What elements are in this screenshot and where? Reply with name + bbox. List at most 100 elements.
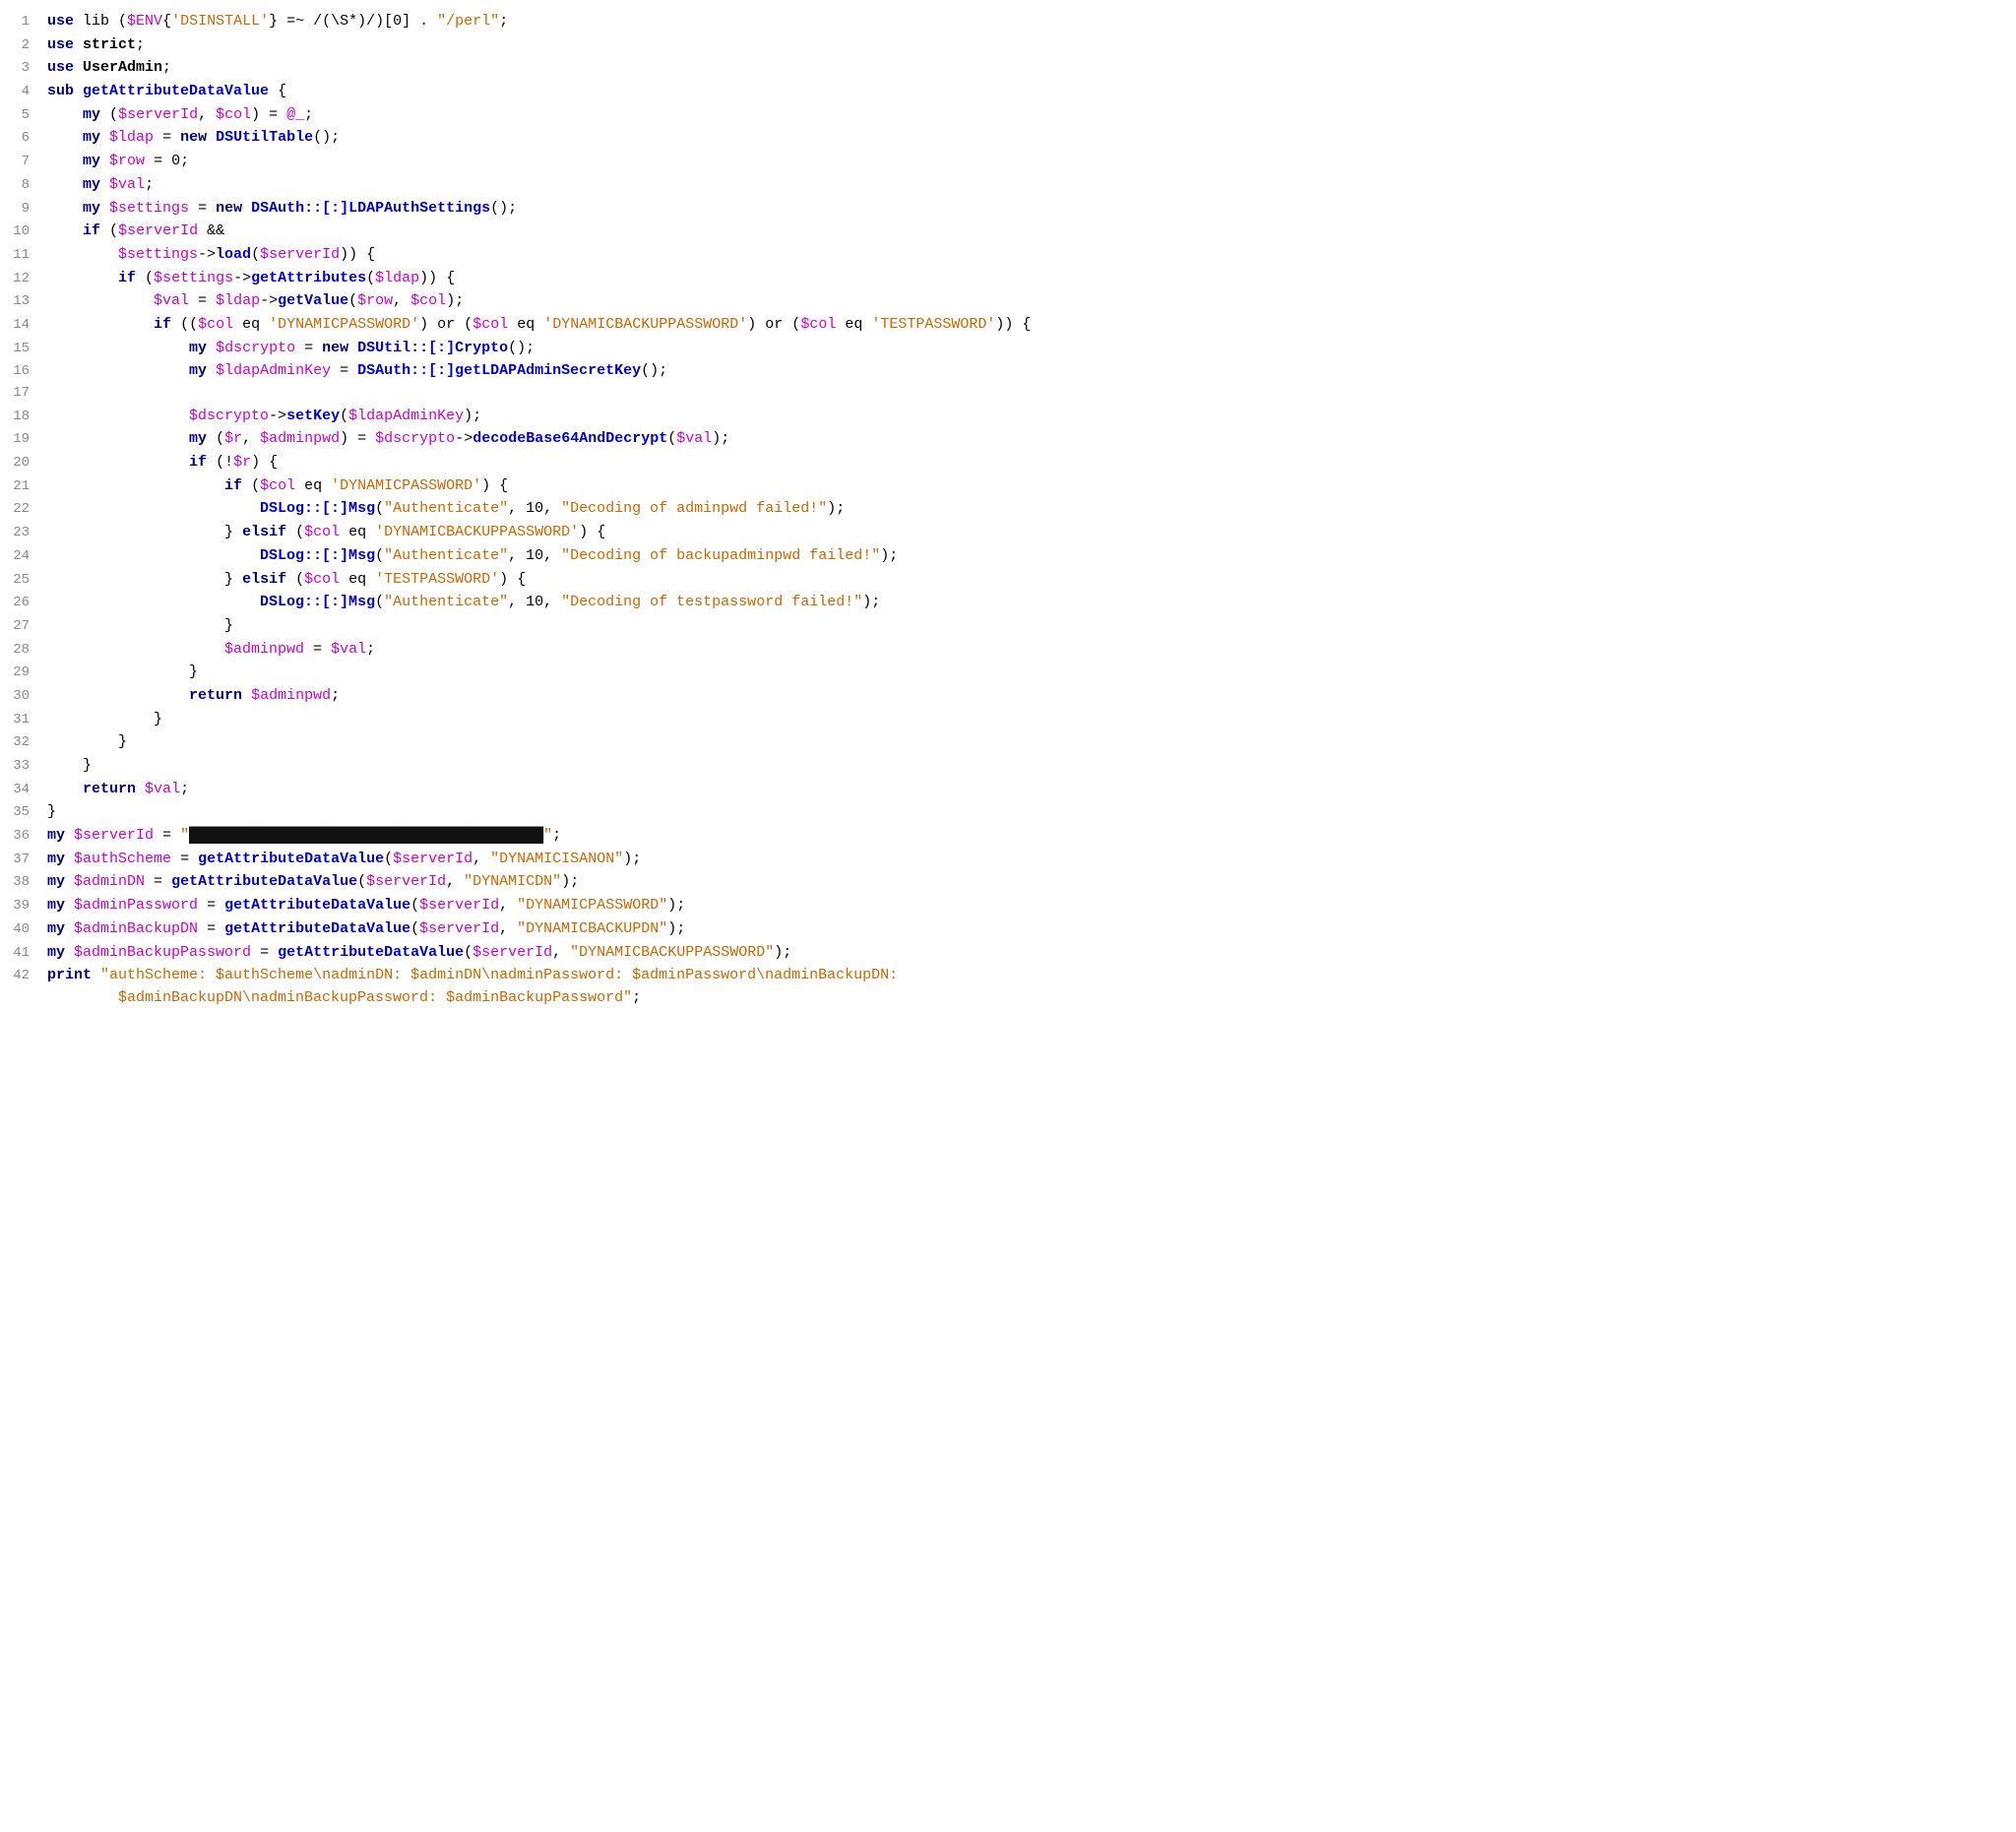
code-line: 2use strict;: [0, 33, 2016, 57]
code-line: 18 $dscrypto->setKey($ldapAdminKey);: [0, 405, 2016, 428]
code-line: 16 my $ldapAdminKey = DSAuth::[:]getLDAP…: [0, 359, 2016, 383]
line-number: 30: [10, 686, 47, 708]
code-line: 11 $settings->load($serverId)) {: [0, 243, 2016, 267]
line-number: 5: [10, 105, 47, 127]
code-line: 7 my $row = 0;: [0, 150, 2016, 173]
code-viewer: 1use lib ($ENV{'DSINSTALL'} =~ /(\S*)/)[…: [0, 0, 2016, 1020]
code-line: 6 my $ldap = new DSUtilTable();: [0, 126, 2016, 150]
code-line: 1use lib ($ENV{'DSINSTALL'} =~ /(\S*)/)[…: [0, 10, 2016, 33]
line-content: my $serverId = "████████████████████████…: [47, 824, 2006, 847]
line-number: 14: [10, 315, 47, 337]
line-content: print "authScheme: $authScheme\nadminDN:…: [47, 964, 2006, 1010]
line-number: 23: [10, 523, 47, 544]
line-content: my $adminDN = getAttributeDataValue($ser…: [47, 870, 2006, 893]
line-number: 28: [10, 640, 47, 662]
code-line: 10 if ($serverId &&: [0, 220, 2016, 243]
code-line: 19 my ($r, $adminpwd) = $dscrypto->decod…: [0, 427, 2016, 451]
line-content: if ($serverId &&: [47, 220, 2006, 242]
code-line: 13 $val = $ldap->getValue($row, $col);: [0, 289, 2016, 313]
line-number: 34: [10, 780, 47, 801]
line-number: 36: [10, 826, 47, 848]
line-number: 33: [10, 756, 47, 778]
code-line: 21 if ($col eq 'DYNAMICPASSWORD') {: [0, 474, 2016, 498]
line-number: 32: [10, 732, 47, 754]
code-line: 3use UserAdmin;: [0, 56, 2016, 80]
code-line: 42print "authScheme: $authScheme\nadminD…: [0, 964, 2016, 1010]
line-content: my $adminBackupPassword = getAttributeDa…: [47, 941, 2006, 964]
code-line: 15 my $dscrypto = new DSUtil::[:]Crypto(…: [0, 337, 2016, 360]
line-content: my $dscrypto = new DSUtil::[:]Crypto();: [47, 337, 2006, 359]
line-number: 11: [10, 245, 47, 267]
line-content: if ($col eq 'DYNAMICPASSWORD') {: [47, 474, 2006, 497]
line-content: if ($settings->getAttributes($ldap)) {: [47, 267, 2006, 289]
code-line: 28 $adminpwd = $val;: [0, 638, 2016, 662]
line-content: if (!$r) {: [47, 451, 2006, 474]
line-number: 9: [10, 199, 47, 221]
line-number: 4: [10, 82, 47, 103]
line-number: 13: [10, 291, 47, 313]
line-number: 25: [10, 570, 47, 592]
code-line: 35}: [0, 800, 2016, 824]
line-content: my $authScheme = getAttributeDataValue($…: [47, 848, 2006, 870]
code-line: 38my $adminDN = getAttributeDataValue($s…: [0, 870, 2016, 894]
code-line: 41my $adminBackupPassword = getAttribute…: [0, 941, 2016, 965]
line-number: 8: [10, 175, 47, 197]
line-content: $settings->load($serverId)) {: [47, 243, 2006, 266]
line-number: 31: [10, 710, 47, 731]
line-content: }: [47, 661, 2006, 683]
line-content: DSLog::[:]Msg("Authenticate", 10, "Decod…: [47, 591, 2006, 613]
code-line: 33 }: [0, 754, 2016, 778]
line-content: sub getAttributeDataValue {: [47, 80, 2006, 102]
code-line: 24 DSLog::[:]Msg("Authenticate", 10, "De…: [0, 544, 2016, 568]
code-line: 9 my $settings = new DSAuth::[:]LDAPAuth…: [0, 197, 2016, 221]
line-content: use strict;: [47, 33, 2006, 56]
line-number: 21: [10, 476, 47, 498]
line-content: DSLog::[:]Msg("Authenticate", 10, "Decod…: [47, 544, 2006, 567]
code-line: 8 my $val;: [0, 173, 2016, 197]
code-line: 25 } elsif ($col eq 'TESTPASSWORD') {: [0, 568, 2016, 592]
code-line: 5 my ($serverId, $col) = @_;: [0, 103, 2016, 127]
line-content: $val = $ldap->getValue($row, $col);: [47, 289, 2006, 312]
line-content: }: [47, 708, 2006, 730]
code-line: 34 return $val;: [0, 778, 2016, 801]
line-number: 40: [10, 919, 47, 941]
line-number: 19: [10, 429, 47, 451]
line-number: 12: [10, 269, 47, 290]
line-number: 15: [10, 339, 47, 360]
line-number: 17: [10, 383, 47, 405]
line-number: 27: [10, 616, 47, 638]
line-content: } elsif ($col eq 'DYNAMICBACKUPPASSWORD'…: [47, 521, 2006, 543]
line-number: 26: [10, 593, 47, 614]
line-number: 38: [10, 872, 47, 894]
code-line: 17: [0, 383, 2016, 405]
line-number: 18: [10, 407, 47, 428]
code-line: 14 if (($col eq 'DYNAMICPASSWORD') or ($…: [0, 313, 2016, 337]
line-content: }: [47, 754, 2006, 777]
line-number: 2: [10, 35, 47, 57]
line-number: 24: [10, 546, 47, 568]
code-line: 26 DSLog::[:]Msg("Authenticate", 10, "De…: [0, 591, 2016, 614]
line-number: 22: [10, 499, 47, 521]
line-content: my $row = 0;: [47, 150, 2006, 172]
line-content: DSLog::[:]Msg("Authenticate", 10, "Decod…: [47, 497, 2006, 520]
line-number: 7: [10, 152, 47, 173]
code-line: 22 DSLog::[:]Msg("Authenticate", 10, "De…: [0, 497, 2016, 521]
line-content: my $adminBackupDN = getAttributeDataValu…: [47, 917, 2006, 940]
code-line: 12 if ($settings->getAttributes($ldap)) …: [0, 267, 2016, 290]
code-line: 20 if (!$r) {: [0, 451, 2016, 474]
line-number: 16: [10, 361, 47, 383]
code-line: 39my $adminPassword = getAttributeDataVa…: [0, 894, 2016, 917]
line-number: 6: [10, 128, 47, 150]
line-content: my $settings = new DSAuth::[:]LDAPAuthSe…: [47, 197, 2006, 220]
line-content: my $adminPassword = getAttributeDataValu…: [47, 894, 2006, 916]
line-number: 3: [10, 58, 47, 80]
code-line: 37my $authScheme = getAttributeDataValue…: [0, 848, 2016, 871]
line-content: my $val;: [47, 173, 2006, 196]
line-number: 41: [10, 943, 47, 965]
code-line: 31 }: [0, 708, 2016, 731]
line-content: return $val;: [47, 778, 2006, 800]
code-line: 30 return $adminpwd;: [0, 684, 2016, 708]
line-content: return $adminpwd;: [47, 684, 2006, 707]
line-number: 42: [10, 966, 47, 987]
code-line: 4sub getAttributeDataValue {: [0, 80, 2016, 103]
